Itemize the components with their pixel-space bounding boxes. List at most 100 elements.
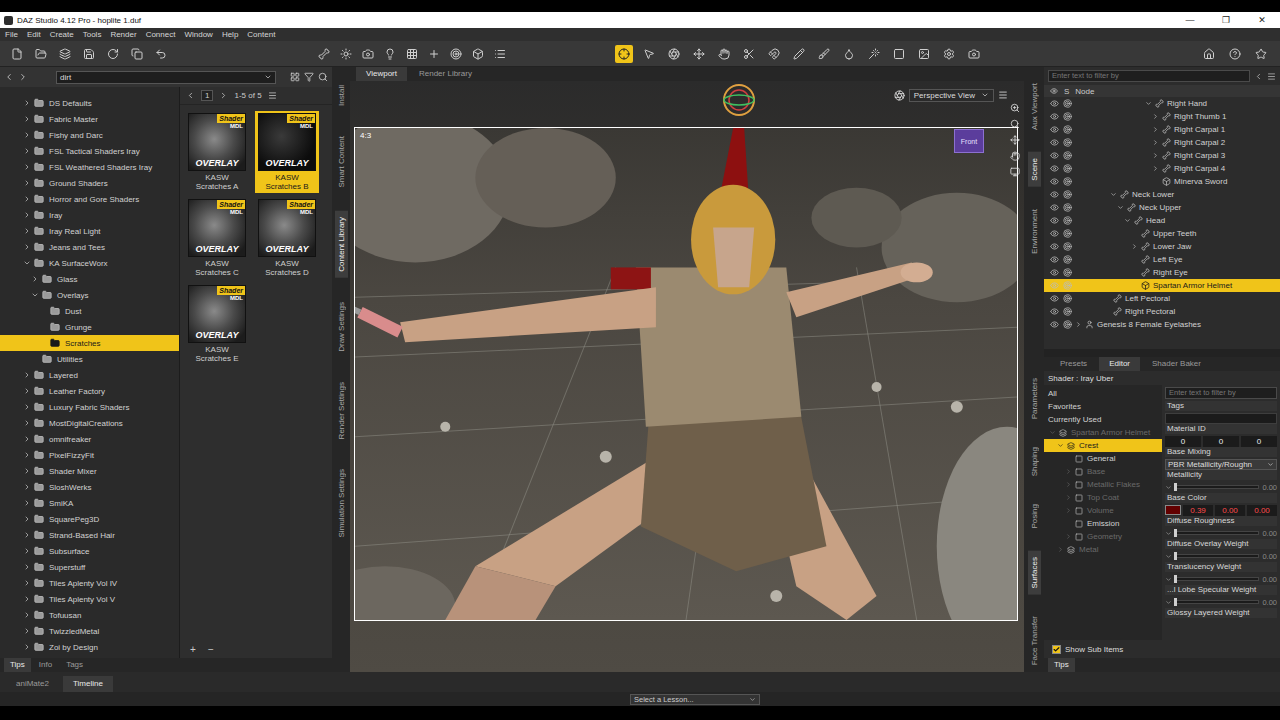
eye-icon[interactable] xyxy=(1050,255,1059,264)
tool-button[interactable] xyxy=(615,45,633,63)
lesson-dropdown[interactable]: Select a Lesson... xyxy=(630,694,760,705)
side-tab[interactable]: Smart Content xyxy=(335,130,348,194)
expand-arrow-icon[interactable] xyxy=(1152,126,1159,133)
expand-arrow-icon[interactable] xyxy=(23,595,31,603)
scene-node[interactable]: Neck Upper xyxy=(1044,201,1280,214)
tree-item[interactable]: Fabric Master xyxy=(0,111,179,127)
color-value[interactable]: 0.00 xyxy=(1215,505,1245,516)
tree-item[interactable]: Tofuusan xyxy=(0,607,179,623)
dropdown[interactable]: PBR Metallicity/Roughn xyxy=(1165,459,1277,470)
tab[interactable]: Timeline xyxy=(63,676,113,692)
tree-item[interactable]: PixelFizzyFit xyxy=(0,447,179,463)
select-icon[interactable] xyxy=(1063,190,1072,199)
help-button[interactable] xyxy=(1226,45,1244,63)
slider-knob[interactable] xyxy=(1174,575,1177,583)
expand-arrow-icon[interactable] xyxy=(23,163,31,171)
tree-item[interactable]: Luxury Fabric Shaders xyxy=(0,399,179,415)
expand-arrow-icon[interactable] xyxy=(23,531,31,539)
expand-arrow-icon[interactable] xyxy=(23,547,31,555)
number-field[interactable]: 0 xyxy=(1241,436,1277,447)
select-icon[interactable] xyxy=(1063,320,1072,329)
tree-item[interactable]: KA SurfaceWorx xyxy=(0,255,179,271)
tree-item[interactable]: Scratches xyxy=(0,335,179,351)
expand-arrow-icon[interactable] xyxy=(1057,546,1064,553)
surface-item[interactable]: Base xyxy=(1044,465,1162,478)
tool-button[interactable] xyxy=(469,45,487,63)
eye-icon[interactable] xyxy=(1050,164,1059,173)
scene-node[interactable]: Spartan Armor Helmet xyxy=(1044,279,1280,292)
scene-node[interactable]: Left Eye xyxy=(1044,253,1280,266)
tool-button[interactable] xyxy=(425,45,443,63)
viewport-menu-icon[interactable] xyxy=(998,90,1008,100)
tree-item[interactable]: Zoi by Design xyxy=(0,639,179,655)
side-tab[interactable]: Draw Settings xyxy=(335,296,348,358)
side-tab[interactable]: Shaping xyxy=(1028,441,1041,482)
eye-icon[interactable] xyxy=(1050,216,1059,225)
scene-node[interactable]: Neck Lower xyxy=(1044,188,1280,201)
navigation-icon[interactable] xyxy=(1010,135,1020,145)
eye-icon[interactable] xyxy=(1050,190,1059,199)
tool-button[interactable] xyxy=(690,45,708,63)
rotation-gizmo-icon[interactable] xyxy=(722,83,756,117)
back-icon[interactable] xyxy=(1254,72,1263,81)
collapse-arrow-icon[interactable] xyxy=(1057,442,1064,449)
slider-knob[interactable] xyxy=(1174,552,1177,560)
tree-item[interactable]: SloshWerks xyxy=(0,479,179,495)
surface-item[interactable]: Crest xyxy=(1044,439,1162,452)
slider-track[interactable] xyxy=(1174,577,1259,581)
color-value[interactable]: 0.39 xyxy=(1183,505,1213,516)
scene-filter[interactable]: Enter text to filter by xyxy=(1048,70,1250,82)
label-property[interactable]: Glossy Layered Weight xyxy=(1165,608,1277,631)
slider-track[interactable] xyxy=(1174,485,1259,489)
asset-card[interactable]: ShaderMDLOVERLAYKASW Scratches B xyxy=(255,111,319,193)
side-tab[interactable]: Posing xyxy=(1028,498,1041,534)
tree-item[interactable]: TwizzledMetal xyxy=(0,623,179,639)
select-icon[interactable] xyxy=(1063,151,1072,160)
collapse-arrow-icon[interactable] xyxy=(1124,217,1131,224)
asset-card[interactable]: ShaderMDLOVERLAYKASW Scratches C xyxy=(185,197,249,279)
expand-arrow-icon[interactable] xyxy=(23,419,31,427)
expand-arrow-icon[interactable] xyxy=(23,579,31,587)
select-icon[interactable] xyxy=(1063,242,1072,251)
tool-button[interactable] xyxy=(665,45,683,63)
scene-node[interactable]: Right Carpal 2 xyxy=(1044,136,1280,149)
camera-dropdown[interactable]: Perspective View xyxy=(909,89,994,102)
expand-arrow-icon[interactable] xyxy=(23,403,31,411)
eye-icon[interactable] xyxy=(1050,268,1059,277)
eye-icon[interactable] xyxy=(1050,229,1059,238)
expand-arrow-icon[interactable] xyxy=(1065,481,1072,488)
tool-button[interactable] xyxy=(381,45,399,63)
surface-item[interactable]: Top Coat xyxy=(1044,491,1162,504)
scene-node[interactable]: Head xyxy=(1044,214,1280,227)
navigation-icon[interactable] xyxy=(1010,103,1020,113)
tree-item[interactable]: Layered xyxy=(0,367,179,383)
slider-menu-icon[interactable] xyxy=(1165,484,1172,491)
scene-node[interactable]: Genesis 8 Female Eyelashes xyxy=(1044,318,1280,331)
tool-button[interactable] xyxy=(315,45,333,63)
tool-button[interactable] xyxy=(8,45,26,63)
surface-item[interactable]: Volume xyxy=(1044,504,1162,517)
scene-node[interactable]: Upper Teeth xyxy=(1044,227,1280,240)
checkbox[interactable] xyxy=(1052,645,1061,654)
tab[interactable]: Editor xyxy=(1099,357,1140,371)
select-icon[interactable] xyxy=(1063,177,1072,186)
tree-item[interactable]: Utilities xyxy=(0,351,179,367)
side-tab[interactable]: Simulation Settings xyxy=(335,463,348,543)
surface-item[interactable]: Emission xyxy=(1044,517,1162,530)
tree-item[interactable]: FSL Tactical Shaders Iray xyxy=(0,143,179,159)
tree-item[interactable]: Tiles Aplenty Vol IV xyxy=(0,575,179,591)
slider-menu-icon[interactable] xyxy=(1165,553,1172,560)
slider-menu-icon[interactable] xyxy=(1165,576,1172,583)
menu-item[interactable]: Window xyxy=(184,30,212,39)
tab[interactable]: Render Library xyxy=(409,67,482,81)
select-icon[interactable] xyxy=(1063,138,1072,147)
expand-arrow-icon[interactable] xyxy=(1065,533,1072,540)
expand-arrow-icon[interactable] xyxy=(1065,494,1072,501)
expand-arrow-icon[interactable] xyxy=(1131,243,1138,250)
eye-icon[interactable] xyxy=(1050,281,1059,290)
eye-icon[interactable] xyxy=(1050,125,1059,134)
tool-button[interactable] xyxy=(940,45,958,63)
tree-item[interactable]: MostDigitalCreations xyxy=(0,415,179,431)
surface-item[interactable]: Currently Used xyxy=(1044,413,1162,426)
options-icon[interactable] xyxy=(268,91,277,100)
